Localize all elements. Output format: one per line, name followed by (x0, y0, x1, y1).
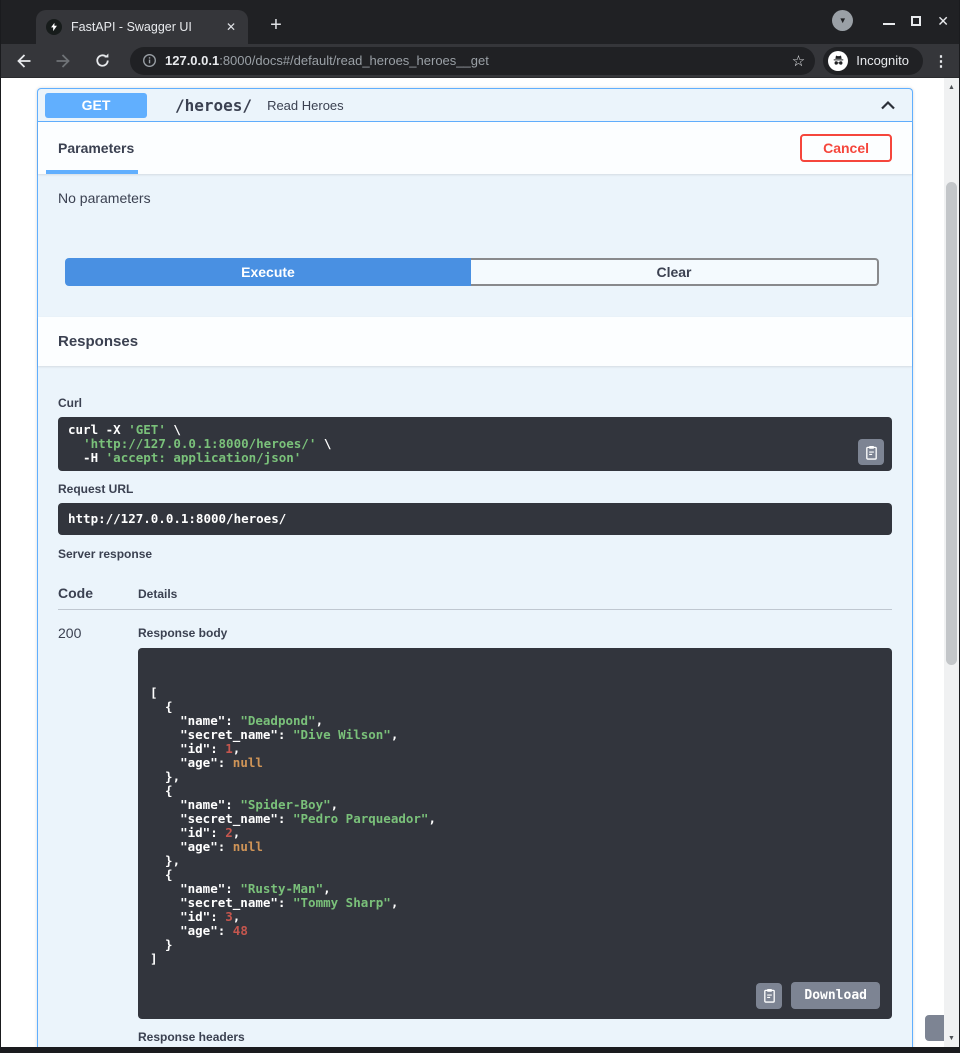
scrollbar-thumb[interactable] (946, 182, 957, 665)
url-path: :8000/docs#/default/read_heroes_heroes__… (219, 53, 489, 68)
cancel-button[interactable]: Cancel (800, 134, 892, 162)
responses-header: Responses (38, 317, 912, 366)
collapse-chevron-icon[interactable] (878, 95, 898, 115)
curl-copy-button[interactable] (925, 1015, 944, 1041)
page-content: GET /heroes/ Read Heroes Parameters Canc… (1, 78, 959, 1047)
response-headers-label: Response headers (138, 1030, 892, 1044)
curl-command: curl -X 'GET' \ 'http://127.0.0.1:8000/h… (58, 417, 892, 471)
page-scrollbar[interactable]: ▲ ▼ (944, 78, 959, 1047)
execute-button[interactable]: Execute (65, 258, 471, 286)
incognito-label: Incognito (856, 53, 909, 68)
fastapi-favicon-icon (46, 19, 62, 35)
browser-toolbar: 127.0.0.1:8000/docs#/default/read_heroes… (1, 44, 959, 78)
code-column-header: Code (58, 585, 138, 601)
request-url-label: Request URL (58, 482, 892, 496)
parameters-tab-underline (46, 170, 138, 174)
browser-tab[interactable]: FastAPI - Swagger UI ✕ (36, 10, 248, 44)
back-icon[interactable] (11, 48, 37, 74)
incognito-icon (828, 51, 848, 71)
window-controls: ▼ ✕ (832, 10, 949, 31)
response-row-200: 200 Response body [ { "name": "Deadpond"… (58, 610, 892, 1047)
download-button[interactable]: Download (791, 982, 880, 1009)
opblock-summary[interactable]: GET /heroes/ Read Heroes (38, 89, 912, 122)
address-bar[interactable]: 127.0.0.1:8000/docs#/default/read_heroes… (130, 47, 815, 75)
scroll-down-icon[interactable]: ▼ (944, 1031, 959, 1045)
response-body-code: [ { "name": "Deadpond", "secret_name": "… (150, 686, 880, 966)
scroll-up-icon[interactable]: ▲ (944, 80, 959, 94)
new-tab-button[interactable]: + (262, 12, 290, 40)
endpoint-path: /heroes/ (175, 96, 252, 115)
parameters-body: No parameters Execute Clear (38, 174, 912, 317)
curl-copy-button[interactable] (858, 439, 884, 465)
response-table-header: Code Details (58, 573, 892, 610)
details-column-header: Details (138, 587, 892, 601)
site-info-icon[interactable] (142, 53, 157, 68)
tab-title: FastAPI - Swagger UI (71, 20, 222, 34)
minimize-icon[interactable] (883, 23, 895, 25)
maximize-icon[interactable] (911, 16, 921, 26)
response-body-actions: Download (756, 982, 880, 1009)
request-url-value: http://127.0.0.1:8000/heroes/ (58, 503, 892, 535)
response-details: Response body [ { "name": "Deadpond", "s… (138, 625, 892, 1047)
server-response-label: Server response (58, 547, 892, 561)
url-text: 127.0.0.1:8000/docs#/default/read_heroes… (165, 53, 784, 68)
responses-title: Responses (58, 333, 138, 350)
reload-icon[interactable] (89, 48, 115, 74)
tab-search-chevron-icon[interactable]: ▼ (832, 10, 853, 31)
forward-icon[interactable] (50, 48, 76, 74)
browser-menu-kebab-icon[interactable]: ⋮ (933, 52, 949, 70)
browser-window: FastAPI - Swagger UI ✕ + ▼ ✕ 127.0.0.1:8… (0, 0, 960, 1053)
swagger-page: GET /heroes/ Read Heroes Parameters Canc… (1, 78, 944, 1047)
close-window-icon[interactable]: ✕ (937, 14, 949, 28)
bookmark-star-icon[interactable]: ☆ (792, 52, 805, 70)
clear-button[interactable]: Clear (471, 258, 879, 286)
execute-row: Execute Clear (65, 258, 879, 286)
copy-response-button[interactable] (756, 983, 782, 1009)
method-badge: GET (45, 93, 147, 118)
no-parameters-text: No parameters (58, 190, 912, 206)
responses-body: Curl curl -X 'GET' \ 'http://127.0.0.1:8… (38, 366, 912, 1047)
url-host: 127.0.0.1 (165, 53, 219, 68)
window-bottom-edge (1, 1047, 959, 1053)
parameters-header: Parameters Cancel (38, 122, 912, 174)
tab-strip: FastAPI - Swagger UI ✕ + ▼ ✕ (1, 0, 959, 44)
parameters-tab-label: Parameters (58, 140, 134, 156)
response-body-json: [ { "name": "Deadpond", "secret_name": "… (138, 648, 892, 1019)
tab-close-icon[interactable]: ✕ (222, 18, 240, 36)
response-body-label: Response body (138, 626, 892, 640)
endpoint-summary: Read Heroes (267, 98, 878, 113)
status-code: 200 (58, 625, 138, 1047)
incognito-badge: Incognito (823, 47, 923, 75)
opblock-get-heroes: GET /heroes/ Read Heroes Parameters Canc… (37, 88, 913, 1047)
curl-label: Curl (58, 396, 892, 410)
